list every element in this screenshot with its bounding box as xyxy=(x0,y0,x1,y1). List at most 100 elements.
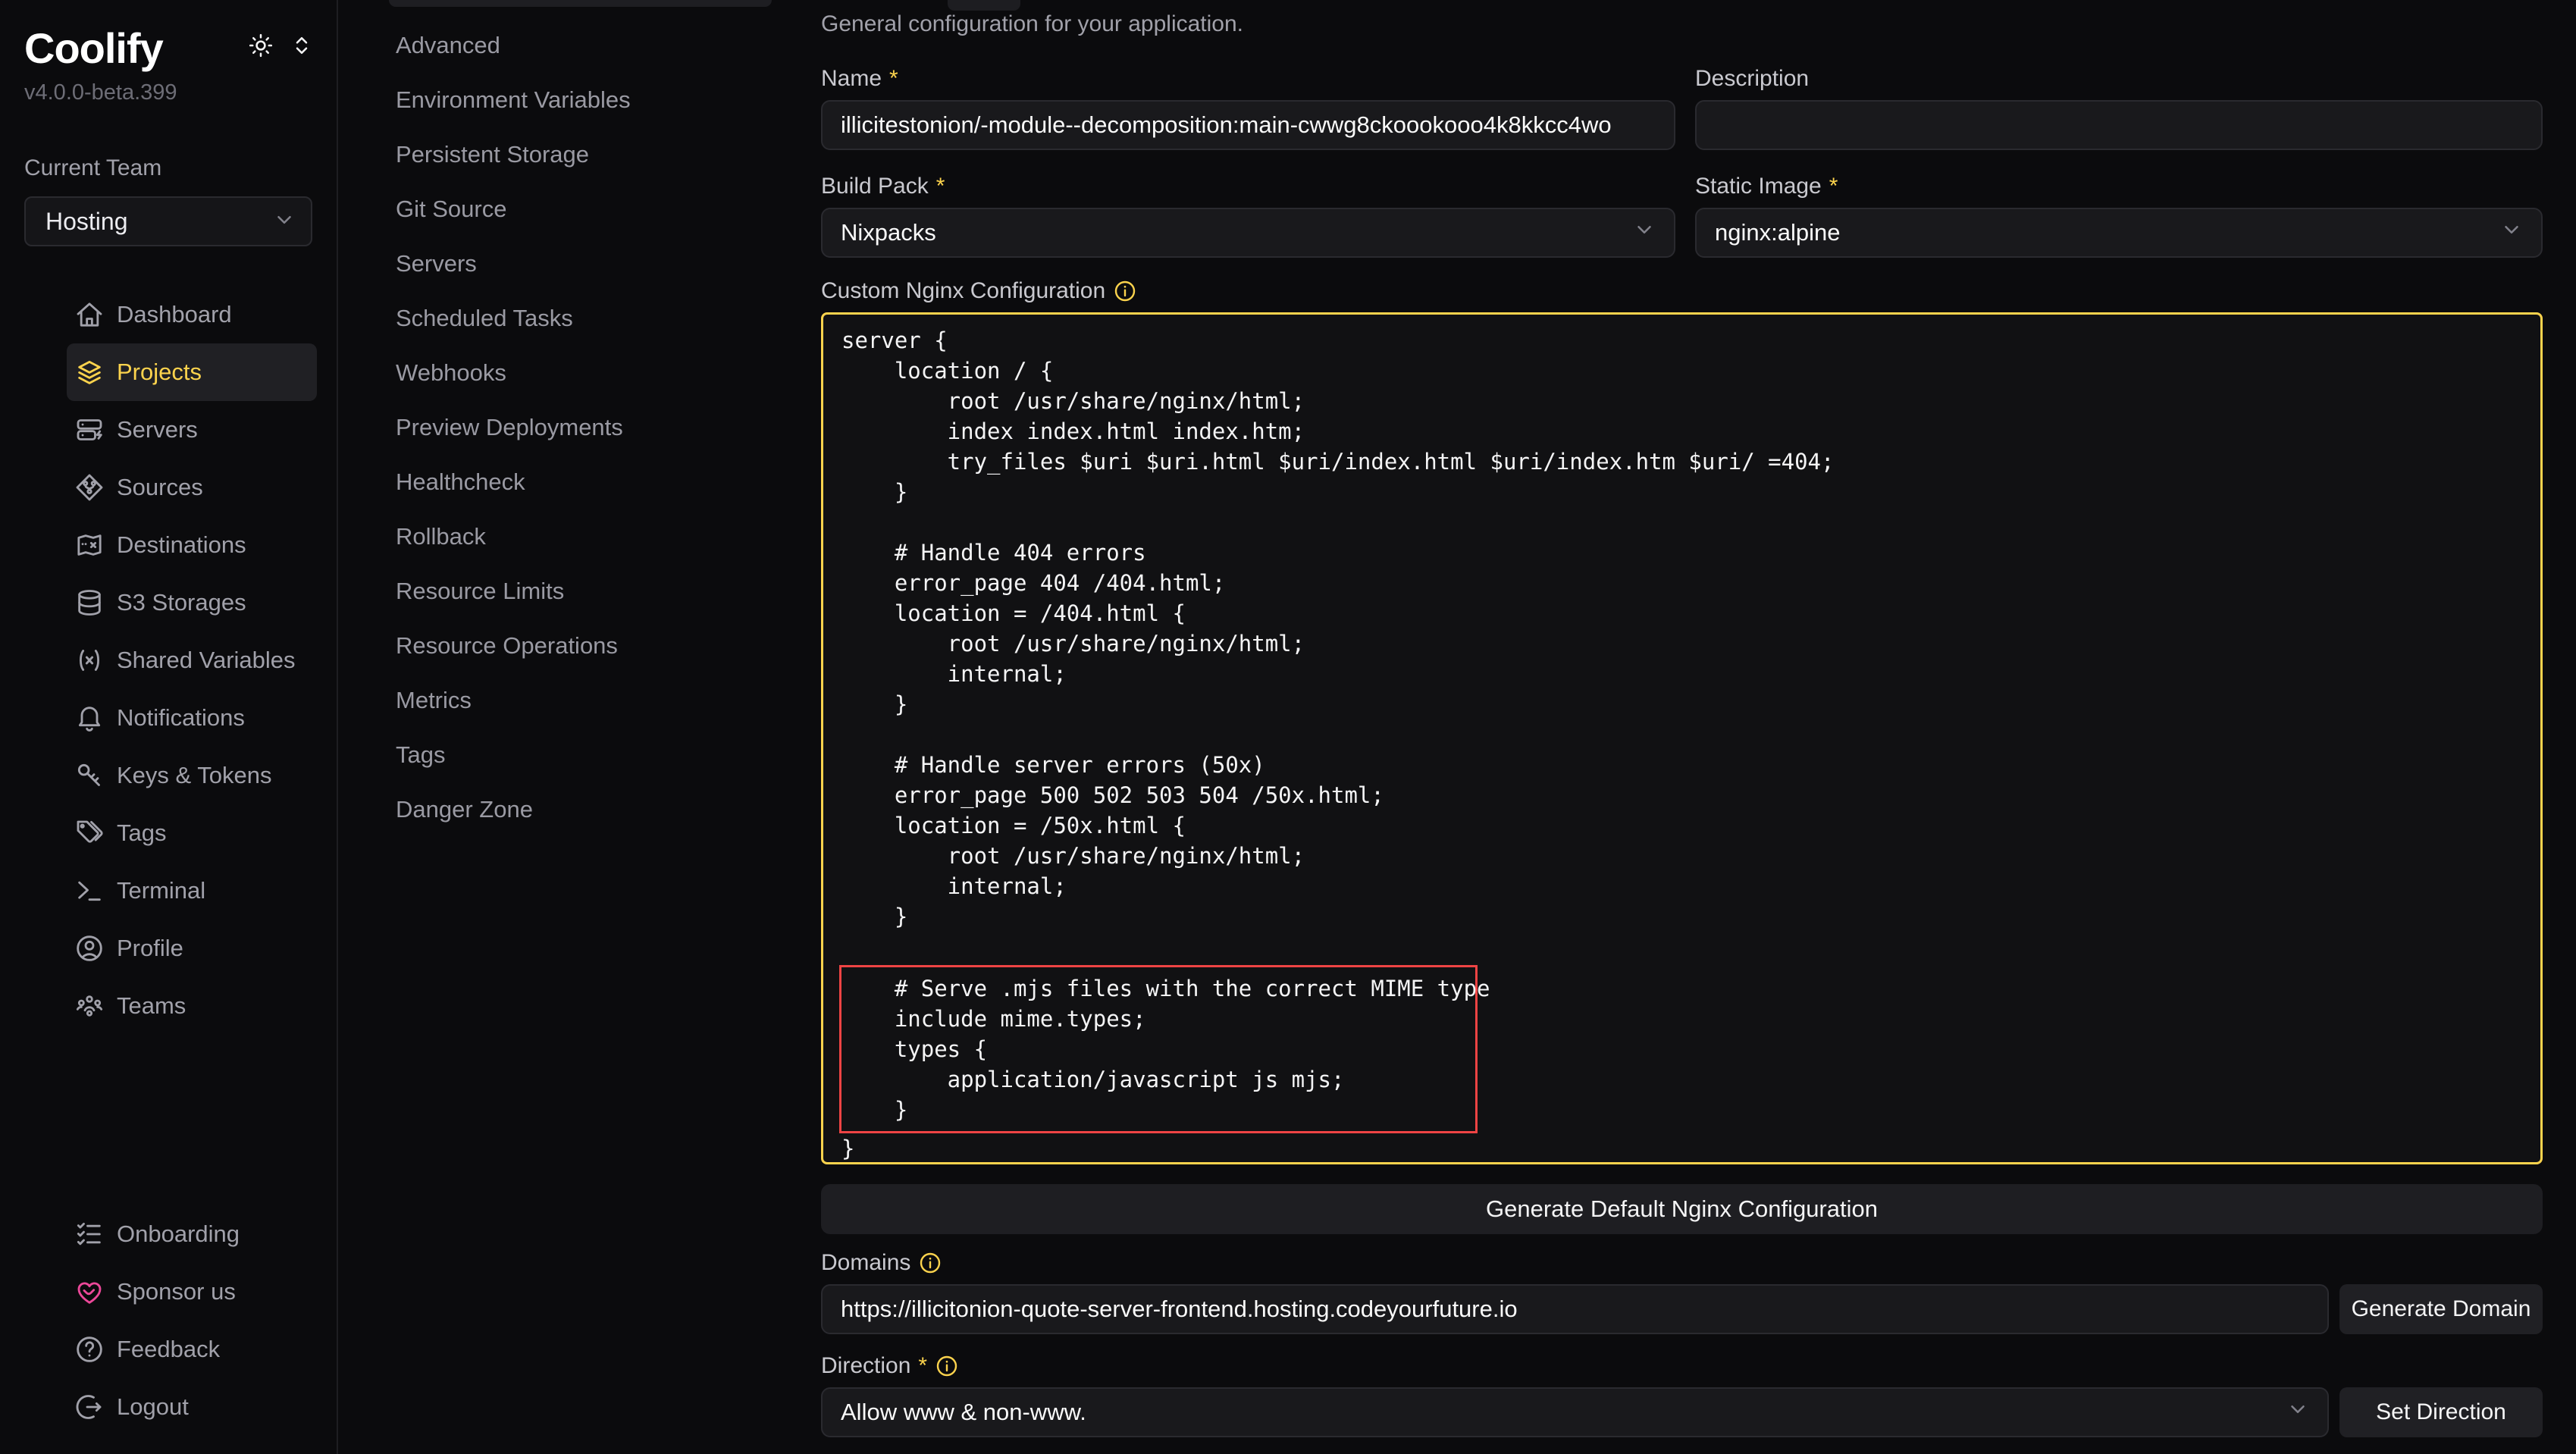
info-icon[interactable] xyxy=(918,1251,942,1275)
team-select[interactable]: Hosting xyxy=(24,196,312,246)
sidebar-item-sponsor-us[interactable]: Sponsor us xyxy=(67,1263,317,1321)
sidebar-item-servers[interactable]: Servers xyxy=(67,401,317,459)
subnav-item-git-source[interactable]: Git Source xyxy=(396,182,821,237)
sidebar-item-label: Dashboard xyxy=(117,301,232,328)
subnav-item-preview-deployments[interactable]: Preview Deployments xyxy=(396,400,821,455)
subnav-item-environment-variables[interactable]: Environment Variables xyxy=(396,73,821,127)
nginx-mime-highlight-box: # Serve .mjs files with the correct MIME… xyxy=(839,965,1478,1133)
subnav-item-webhooks[interactable]: Webhooks xyxy=(396,346,821,400)
sidebar-item-label: Keys & Tokens xyxy=(117,762,271,789)
sidebar-item-label: Projects xyxy=(117,359,202,386)
sidebar-item-feedback[interactable]: Feedback xyxy=(67,1321,317,1378)
sidebar-item-label: Sponsor us xyxy=(117,1278,236,1305)
chevron-down-icon xyxy=(2500,218,2523,247)
sidebar-item-onboarding[interactable]: Onboarding xyxy=(67,1205,317,1263)
sidebar-item-label: Logout xyxy=(117,1393,189,1421)
sidebar-item-label: S3 Storages xyxy=(117,589,246,616)
nginx-config-label: Custom Nginx Configuration xyxy=(821,277,2543,305)
logout-icon xyxy=(74,1392,105,1422)
sidebar-item-shared-variables[interactable]: Shared Variables xyxy=(67,631,317,689)
sidebar-item-teams[interactable]: Teams xyxy=(67,977,317,1035)
generate-domain-button[interactable]: Generate Domain xyxy=(2339,1284,2543,1334)
layers-icon xyxy=(74,357,105,387)
domains-input[interactable]: https://illicitonion-quote-server-fronte… xyxy=(821,1284,2329,1334)
general-settings-panel: General configuration for your applicati… xyxy=(821,0,2576,1454)
sidebar-item-s3-storages[interactable]: S3 Storages xyxy=(67,574,317,631)
nginx-config-text-end: } xyxy=(841,1136,854,1161)
sidebar-item-label: Feedback xyxy=(117,1336,220,1363)
chevron-down-icon xyxy=(273,208,296,235)
nginx-config-text: server { location / { root /usr/share/ng… xyxy=(841,327,1834,929)
header-partial-element xyxy=(948,0,1020,11)
subnav-item-danger-zone[interactable]: Danger Zone xyxy=(396,782,821,837)
sidebar-item-logout[interactable]: Logout xyxy=(67,1378,317,1436)
subnav-item-advanced[interactable]: Advanced xyxy=(396,18,821,73)
database-icon xyxy=(74,588,105,618)
description-input[interactable] xyxy=(1695,100,2543,150)
sidebar-item-label: Destinations xyxy=(117,531,246,559)
info-icon[interactable] xyxy=(1113,279,1137,303)
sidebar-item-label: Tags xyxy=(117,819,166,847)
build-pack-select[interactable]: Nixpacks xyxy=(821,208,1675,258)
sidebar-item-label: Sources xyxy=(117,474,203,501)
team-select-value: Hosting xyxy=(45,208,128,236)
subnav-item-rollback[interactable]: Rollback xyxy=(396,509,821,564)
home-icon xyxy=(74,299,105,330)
sidebar-nav: Dashboard Projects Servers Sources Desti… xyxy=(67,286,323,1035)
required-asterisk: * xyxy=(936,174,945,199)
generate-default-nginx-button[interactable]: Generate Default Nginx Configuration xyxy=(821,1184,2543,1234)
domains-label: Domains xyxy=(821,1249,2543,1277)
subnav-item-servers[interactable]: Servers xyxy=(396,237,821,291)
sidebar-item-label: Notifications xyxy=(117,704,245,732)
sidebar-item-label: Shared Variables xyxy=(117,647,296,674)
settings-subnav: Advanced Environment Variables Persisten… xyxy=(338,0,821,1454)
checklist-icon xyxy=(74,1219,105,1249)
teams-icon xyxy=(74,991,105,1021)
sidebar-footer-nav: Onboarding Sponsor us Feedback Logout xyxy=(67,1205,323,1436)
variables-icon xyxy=(74,645,105,675)
key-icon xyxy=(74,760,105,791)
chevron-down-icon xyxy=(2286,1398,2309,1427)
sidebar-item-keys-tokens[interactable]: Keys & Tokens xyxy=(67,747,317,804)
subnav-item-resource-operations[interactable]: Resource Operations xyxy=(396,619,821,673)
info-icon[interactable] xyxy=(935,1354,959,1378)
static-image-select[interactable]: nginx:alpine xyxy=(1695,208,2543,258)
subnav-item-persistent-storage[interactable]: Persistent Storage xyxy=(396,127,821,182)
subnav-item-resource-limits[interactable]: Resource Limits xyxy=(396,564,821,619)
heart-icon xyxy=(74,1277,105,1307)
chevron-down-icon xyxy=(1633,218,1656,247)
set-direction-button[interactable]: Set Direction xyxy=(2339,1387,2543,1437)
direction-label: Direction* xyxy=(821,1352,2543,1380)
tags-icon xyxy=(74,818,105,848)
sidebar-item-sources[interactable]: Sources xyxy=(67,459,317,516)
sidebar-item-tags[interactable]: Tags xyxy=(67,804,317,862)
sidebar-item-label: Profile xyxy=(117,935,183,962)
subnav-item-healthcheck[interactable]: Healthcheck xyxy=(396,455,821,509)
name-input[interactable]: illicitestonion/-module--decomposition:m… xyxy=(821,100,1675,150)
app-root: Coolify v4.0.0-beta.399 Current Team Hos… xyxy=(0,0,2576,1454)
direction-select[interactable]: Allow www & non-www. xyxy=(821,1387,2329,1437)
sidebar-item-dashboard[interactable]: Dashboard xyxy=(67,286,317,343)
description-label: Description xyxy=(1695,65,2543,92)
sidebar-item-terminal[interactable]: Terminal xyxy=(67,862,317,920)
subnav-item-tags[interactable]: Tags xyxy=(396,728,821,782)
map-icon xyxy=(74,530,105,560)
nginx-config-textarea[interactable]: server { location / { root /usr/share/ng… xyxy=(821,312,2543,1164)
required-asterisk: * xyxy=(1829,174,1838,199)
subnav-item-metrics[interactable]: Metrics xyxy=(396,673,821,728)
chevron-up-down-icon[interactable] xyxy=(288,32,315,59)
subnav-item-scheduled-tasks[interactable]: Scheduled Tasks xyxy=(396,291,821,346)
sidebar: Coolify v4.0.0-beta.399 Current Team Hos… xyxy=(0,0,338,1454)
build-pack-label: Build Pack* xyxy=(821,173,1675,200)
theme-toggle-sun-icon[interactable] xyxy=(247,32,274,59)
name-label: Name* xyxy=(821,65,1675,92)
subnav-active-item-partial[interactable] xyxy=(389,0,772,7)
bell-icon xyxy=(74,703,105,733)
sidebar-item-notifications[interactable]: Notifications xyxy=(67,689,317,747)
sidebar-item-projects[interactable]: Projects xyxy=(67,343,317,401)
sidebar-item-profile[interactable]: Profile xyxy=(67,920,317,977)
sidebar-item-label: Onboarding xyxy=(117,1221,240,1248)
sidebar-item-destinations[interactable]: Destinations xyxy=(67,516,317,574)
current-team-label: Current Team xyxy=(24,155,323,181)
sidebar-item-label: Terminal xyxy=(117,877,205,904)
